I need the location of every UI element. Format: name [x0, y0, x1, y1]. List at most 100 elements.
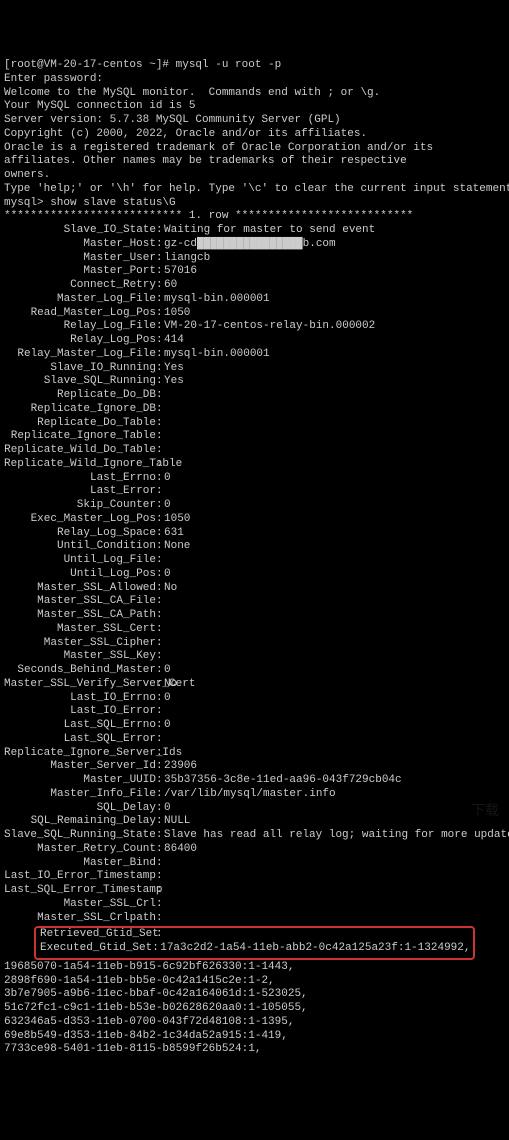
status-label: Master_SSL_Cipher	[4, 637, 156, 651]
status-value	[164, 650, 505, 664]
terminal-output: [root@VM-20-17-centos ~]# mysql -u root …	[4, 59, 505, 1057]
watermark: 下载	[471, 804, 499, 822]
status-label: Skip_Counter	[4, 499, 156, 513]
status-value: 17a3c2d2-1a54-11eb-abb2-0c42a125a23f:1-1…	[160, 942, 470, 956]
status-row: Exec_Master_Log_Pos: 1050	[4, 513, 505, 527]
status-row: Until_Log_File:	[4, 554, 505, 568]
status-value: liangcb	[164, 252, 505, 266]
status-label: SQL_Delay	[4, 802, 156, 816]
status-label: Master_Retry_Count	[4, 843, 156, 857]
status-row: Seconds_Behind_Master: 0	[4, 664, 505, 678]
status-value	[164, 898, 505, 912]
status-label: Master_Bind	[4, 857, 156, 871]
status-row: Master_SSL_Cert:	[4, 623, 505, 637]
status-label: Retrieved_Gtid_Set	[40, 928, 156, 942]
status-value: mysql-bin.000001	[164, 348, 505, 362]
status-label: Master_SSL_Verify_Server_Cert	[4, 678, 156, 692]
status-value	[164, 733, 505, 747]
status-label: Master_Host	[4, 238, 156, 252]
status-label: Replicate_Do_Table	[4, 417, 156, 431]
status-label: Until_Log_File	[4, 554, 156, 568]
status-value: 414	[164, 334, 505, 348]
status-value: 1050	[164, 513, 505, 527]
status-row: Master_SSL_CA_File:	[4, 595, 505, 609]
status-row: Last_Error:	[4, 485, 505, 499]
status-label: Replicate_Do_DB	[4, 389, 156, 403]
status-row: Master_UUID: 35b37356-3c8e-11ed-aa96-043…	[4, 774, 505, 788]
status-value: None	[164, 540, 505, 554]
status-row: SQL_Delay: 0	[4, 802, 505, 816]
status-value	[164, 554, 505, 568]
status-label: Relay_Master_Log_File	[4, 348, 156, 362]
status-value: 0	[164, 692, 505, 706]
status-row: Master_Retry_Count: 86400	[4, 843, 505, 857]
status-label: Master_Port	[4, 265, 156, 279]
status-label: SQL_Remaining_Delay	[4, 815, 156, 829]
status-label: Master_SSL_Crl	[4, 898, 156, 912]
status-label: Master_SSL_Key	[4, 650, 156, 664]
status-value: 0	[164, 664, 505, 678]
status-label: Slave_IO_State	[4, 224, 156, 238]
status-value: No	[164, 678, 505, 692]
status-row: Relay_Log_Pos: 414	[4, 334, 505, 348]
status-label: Relay_Log_Pos	[4, 334, 156, 348]
status-row: Until_Condition: None	[4, 540, 505, 554]
status-value	[164, 623, 505, 637]
status-label: Master_Server_Id	[4, 760, 156, 774]
status-value	[164, 595, 505, 609]
status-value: No	[164, 582, 505, 596]
status-row: Slave_IO_Running: Yes	[4, 362, 505, 376]
status-value: gz-cd████████████████b.com	[164, 238, 505, 252]
status-value: Yes	[164, 362, 505, 376]
status-row: Last_IO_Error:	[4, 705, 505, 719]
status-value	[164, 747, 505, 761]
status-value: NULL	[164, 815, 505, 829]
status-row: SQL_Remaining_Delay: NULL	[4, 815, 505, 829]
status-row: Master_SSL_Crlpath:	[4, 912, 505, 926]
status-value: 0	[164, 499, 505, 513]
status-value: VM-20-17-centos-relay-bin.000002	[164, 320, 505, 334]
status-value	[164, 430, 505, 444]
status-label: Replicate_Ignore_Server_Ids	[4, 747, 156, 761]
status-label: Last_SQL_Errno	[4, 719, 156, 733]
status-value: 631	[164, 527, 505, 541]
status-value: 23906	[164, 760, 505, 774]
status-value: 1050	[164, 307, 505, 321]
status-label: Last_SQL_Error	[4, 733, 156, 747]
status-row: Last_Errno: 0	[4, 472, 505, 486]
status-value	[164, 637, 505, 651]
status-label: Master_Info_File	[4, 788, 156, 802]
status-row: Last_SQL_Error_Timestamp:	[4, 884, 505, 898]
status-label: Last_IO_Error_Timestamp	[4, 870, 156, 884]
status-value	[164, 417, 505, 431]
status-row: Master_SSL_Allowed: No	[4, 582, 505, 596]
status-value	[164, 609, 505, 623]
status-row: Connect_Retry: 60	[4, 279, 505, 293]
status-row: Master_Host: gz-cd████████████████b.com	[4, 238, 505, 252]
status-label: Master_SSL_CA_Path	[4, 609, 156, 623]
status-label: Replicate_Ignore_DB	[4, 403, 156, 417]
status-row: Relay_Log_File: VM-20-17-centos-relay-bi…	[4, 320, 505, 334]
status-row: Executed_Gtid_Set: 17a3c2d2-1a54-11eb-ab…	[40, 942, 469, 956]
status-row: Skip_Counter: 0	[4, 499, 505, 513]
status-value	[164, 912, 505, 926]
status-value: Yes	[164, 375, 505, 389]
status-label: Relay_Log_Space	[4, 527, 156, 541]
status-label: Slave_SQL_Running	[4, 375, 156, 389]
status-row: Replicate_Wild_Do_Table:	[4, 444, 505, 458]
status-label: Relay_Log_File	[4, 320, 156, 334]
status-value: 57016	[164, 265, 505, 279]
status-row: Last_IO_Errno: 0	[4, 692, 505, 706]
status-label: Exec_Master_Log_Pos	[4, 513, 156, 527]
status-label: Last_SQL_Error_Timestamp	[4, 884, 156, 898]
status-label: Replicate_Wild_Ignore_Table	[4, 458, 156, 472]
status-row: Replicate_Wild_Ignore_Table:	[4, 458, 505, 472]
status-value: 86400	[164, 843, 505, 857]
status-value	[164, 389, 505, 403]
status-value	[164, 928, 469, 942]
status-row: Master_SSL_Key:	[4, 650, 505, 664]
status-row: Last_SQL_Errno: 0	[4, 719, 505, 733]
status-label: Master_SSL_Crlpath	[4, 912, 156, 926]
status-row: Master_Port: 57016	[4, 265, 505, 279]
status-value: 60	[164, 279, 505, 293]
